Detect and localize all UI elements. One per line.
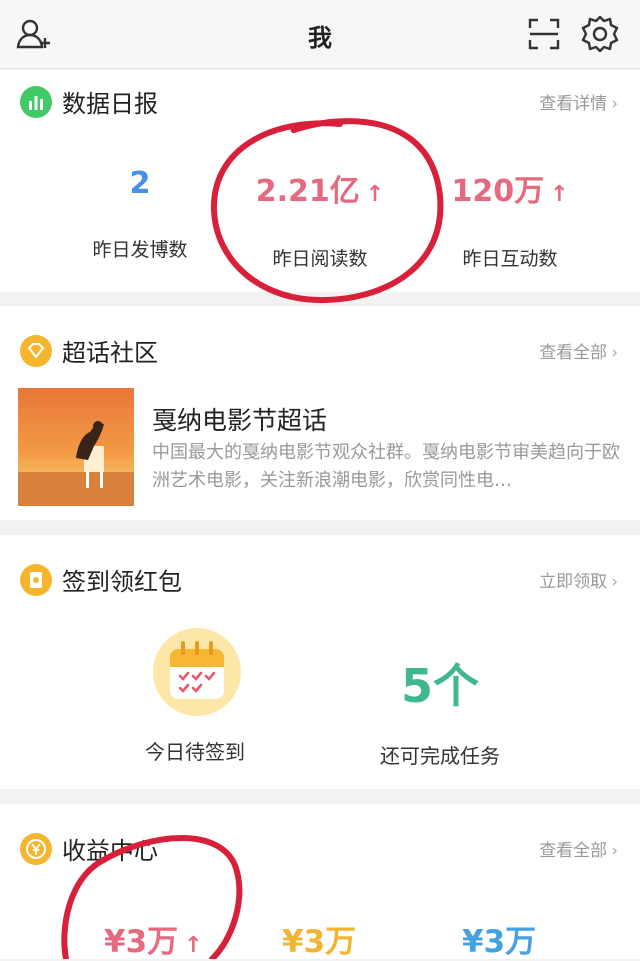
data-report-card: 数据日报 查看详情 › 2 昨日发博数 2.21亿 ↑ 昨日阅读数 120万 ↑ 昨日… bbox=[0, 70, 640, 292]
super-topic-title: 超话社区 bbox=[62, 339, 158, 367]
chevron-right-icon: › bbox=[611, 94, 618, 114]
yen-coin-icon bbox=[20, 833, 52, 865]
stat-posts[interactable]: 2 昨日发博数 bbox=[40, 166, 240, 262]
up-arrow-icon: ↑ bbox=[365, 182, 385, 207]
tasks-count[interactable]: 5个 bbox=[380, 650, 500, 716]
red-envelope-icon bbox=[20, 564, 52, 596]
calendar-icon[interactable] bbox=[152, 627, 242, 717]
today-sign-label: 今日待签到 bbox=[145, 740, 245, 764]
data-report-header[interactable]: 数据日报 查看详情 › bbox=[0, 70, 640, 128]
stat-value: 2 bbox=[129, 166, 151, 201]
income-value-2[interactable]: ¥3万 bbox=[282, 916, 356, 961]
stat-label: 昨日互动数 bbox=[462, 248, 558, 270]
sign-in-title: 签到领红包 bbox=[62, 568, 182, 596]
more-label: 立即领取 bbox=[539, 572, 608, 592]
chevron-right-icon: › bbox=[611, 572, 618, 592]
super-topic-header[interactable]: 超话社区 查看全部 › bbox=[0, 319, 640, 377]
income-amount: ¥3万 bbox=[104, 924, 179, 960]
up-arrow-icon: ↑ bbox=[550, 182, 569, 207]
topic-description: 中国最大的戛纳电影节观众社群。戛纳电影节审美趋向于欧洲艺术电影，关注新浪潮电影，… bbox=[152, 442, 620, 491]
stat-value: 2.21亿 bbox=[255, 174, 360, 209]
data-report-more-link[interactable]: 查看详情 › bbox=[539, 89, 618, 114]
stat-value: 120万 bbox=[451, 174, 545, 209]
sign-in-header[interactable]: 签到领红包 立即领取 › bbox=[0, 548, 640, 606]
income-value-1[interactable]: ¥3万 ↑ bbox=[104, 916, 203, 961]
income-title: 收益中心 bbox=[62, 837, 158, 865]
topic-name[interactable]: 戛纳电影节超话 bbox=[152, 401, 327, 437]
data-report-title: 数据日报 bbox=[62, 90, 158, 118]
chevron-right-icon: › bbox=[611, 841, 618, 861]
sign-in-card: 签到领红包 立即领取 › bbox=[0, 535, 640, 789]
gear-icon[interactable] bbox=[580, 14, 620, 54]
super-topic-more-link[interactable]: 查看全部 › bbox=[539, 338, 618, 363]
stat-reads[interactable]: 2.21亿 ↑ 昨日阅读数 bbox=[220, 166, 420, 271]
more-label: 查看详情 bbox=[539, 94, 608, 114]
bar-chart-icon bbox=[20, 86, 52, 118]
stat-label: 昨日发博数 bbox=[92, 239, 188, 261]
income-header[interactable]: 收益中心 查看全部 › bbox=[0, 817, 640, 875]
more-label: 查看全部 bbox=[539, 841, 608, 861]
stat-interactions[interactable]: 120万 ↑ 昨日互动数 bbox=[410, 166, 610, 271]
scan-icon[interactable] bbox=[524, 14, 564, 54]
tasks-label: 还可完成任务 bbox=[380, 744, 500, 768]
topic-cover-image[interactable] bbox=[18, 388, 134, 506]
up-arrow-icon: ↑ bbox=[184, 933, 203, 958]
stat-label: 昨日阅读数 bbox=[272, 248, 368, 270]
income-more-link[interactable]: 查看全部 › bbox=[539, 836, 618, 861]
diamond-icon bbox=[20, 335, 52, 367]
more-label: 查看全部 bbox=[539, 343, 608, 363]
income-value-3[interactable]: ¥3万 bbox=[462, 916, 536, 961]
sign-in-claim-link[interactable]: 立即领取 › bbox=[539, 567, 618, 592]
chevron-right-icon: › bbox=[611, 343, 618, 363]
top-bar: 我 bbox=[0, 0, 640, 69]
